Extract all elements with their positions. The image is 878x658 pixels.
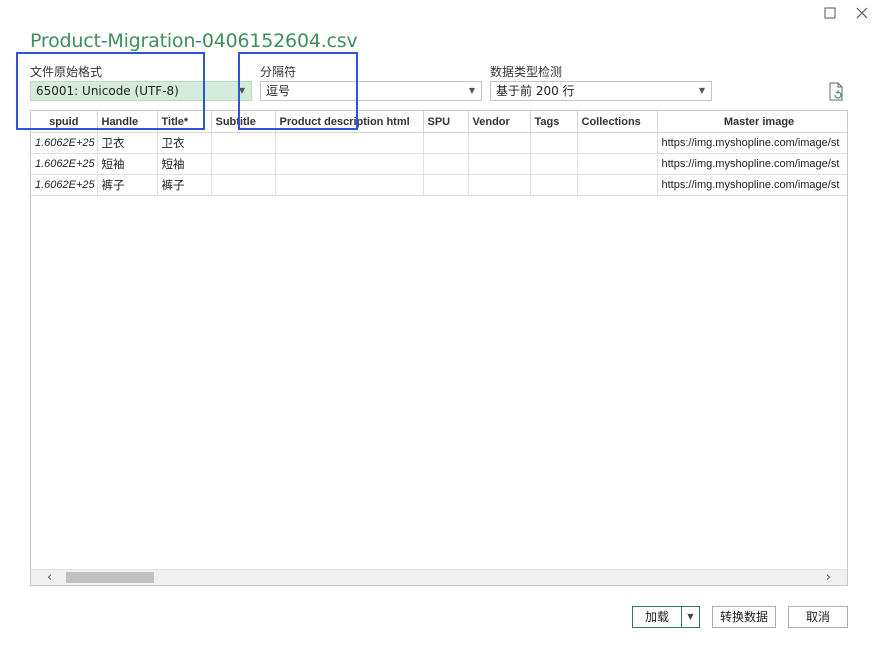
table-header-row: spuid Handle Title* Subtitle Product des… [31,111,847,133]
table-cell [423,174,469,196]
table-cell: 1.6062E+25 [31,132,98,154]
table-cell [530,132,578,154]
column-header[interactable]: Master image [657,111,847,133]
maximize-icon[interactable] [819,4,841,24]
table-cell [468,174,531,196]
scrollbar-thumb[interactable] [66,572,154,583]
table-cell [468,132,531,154]
table-cell [423,153,469,175]
table-cell [211,153,276,175]
table-cell [577,132,658,154]
table-cell: https://img.myshopline.com/image/st [657,174,847,196]
table-cell [275,153,424,175]
table-cell: 短袖 [157,153,212,175]
close-icon[interactable] [851,4,873,24]
chevron-down-icon: ▼ [238,86,245,95]
table-cell: 卫衣 [97,132,158,154]
delimiter-select[interactable]: 逗号 ▼ [260,81,482,101]
encoding-label: 文件原始格式 [30,65,103,79]
refresh-icon[interactable] [828,82,846,102]
chevron-down-icon: ▼ [468,86,475,95]
chevron-down-icon: ▼ [698,86,705,95]
load-button[interactable]: 加载 ▼ [632,606,700,628]
load-button-label: 加载 [644,610,669,624]
table-cell: 1.6062E+25 [31,174,98,196]
table-cell: 裤子 [157,174,212,196]
delimiter-label: 分隔符 [260,65,297,79]
table-cell: 短袖 [97,153,158,175]
table-row: 1.6062E+25 裤子 裤子 https://img.myshopline.… [31,174,847,196]
detection-value: 基于前 200 行 [496,84,575,98]
data-preview: spuid Handle Title* Subtitle Product des… [30,110,848,586]
column-header[interactable]: Tags [530,111,578,133]
column-header[interactable]: SPU [423,111,469,133]
delimiter-value: 逗号 [266,84,291,98]
table-cell [275,174,424,196]
table-row: 1.6062E+25 短袖 短袖 https://img.myshopline.… [31,153,847,175]
column-header[interactable]: Title* [157,111,212,133]
table-cell [275,132,424,154]
table-cell [211,174,276,196]
encoding-value: 65001: Unicode (UTF-8) [36,84,179,98]
table-cell: https://img.myshopline.com/image/st [657,132,847,154]
table-cell: https://img.myshopline.com/image/st [657,153,847,175]
cancel-button[interactable]: 取消 [788,606,848,628]
scroll-left-icon[interactable]: ‹ [47,570,52,585]
table-cell [577,174,658,196]
column-header[interactable]: spuid [31,111,98,133]
column-header[interactable]: Product description html [275,111,424,133]
column-header[interactable]: Vendor [468,111,531,133]
chevron-down-icon[interactable]: ▼ [681,607,699,627]
table-cell: 1.6062E+25 [31,153,98,175]
file-title: Product-Migration-0406152604.csv [30,30,358,52]
table-cell [423,132,469,154]
column-header[interactable]: Collections [577,111,658,133]
column-header[interactable]: Subtitle [211,111,276,133]
table-cell [211,132,276,154]
column-header[interactable]: Handle [97,111,158,133]
horizontal-scrollbar[interactable]: ‹ › [31,569,847,585]
table-cell: 裤子 [97,174,158,196]
table-cell: 卫衣 [157,132,212,154]
detection-label: 数据类型检测 [490,65,563,79]
table-row: 1.6062E+25 卫衣 卫衣 https://img.myshopline.… [31,132,847,154]
detection-select[interactable]: 基于前 200 行 ▼ [490,81,712,101]
table-cell [468,153,531,175]
table-cell [577,153,658,175]
table-cell [530,153,578,175]
transform-data-button[interactable]: 转换数据 [712,606,776,628]
scroll-right-icon[interactable]: › [826,570,831,585]
encoding-select[interactable]: 65001: Unicode (UTF-8) ▼ [30,81,252,101]
preview-table: spuid Handle Title* Subtitle Product des… [31,111,847,196]
table-cell [530,174,578,196]
